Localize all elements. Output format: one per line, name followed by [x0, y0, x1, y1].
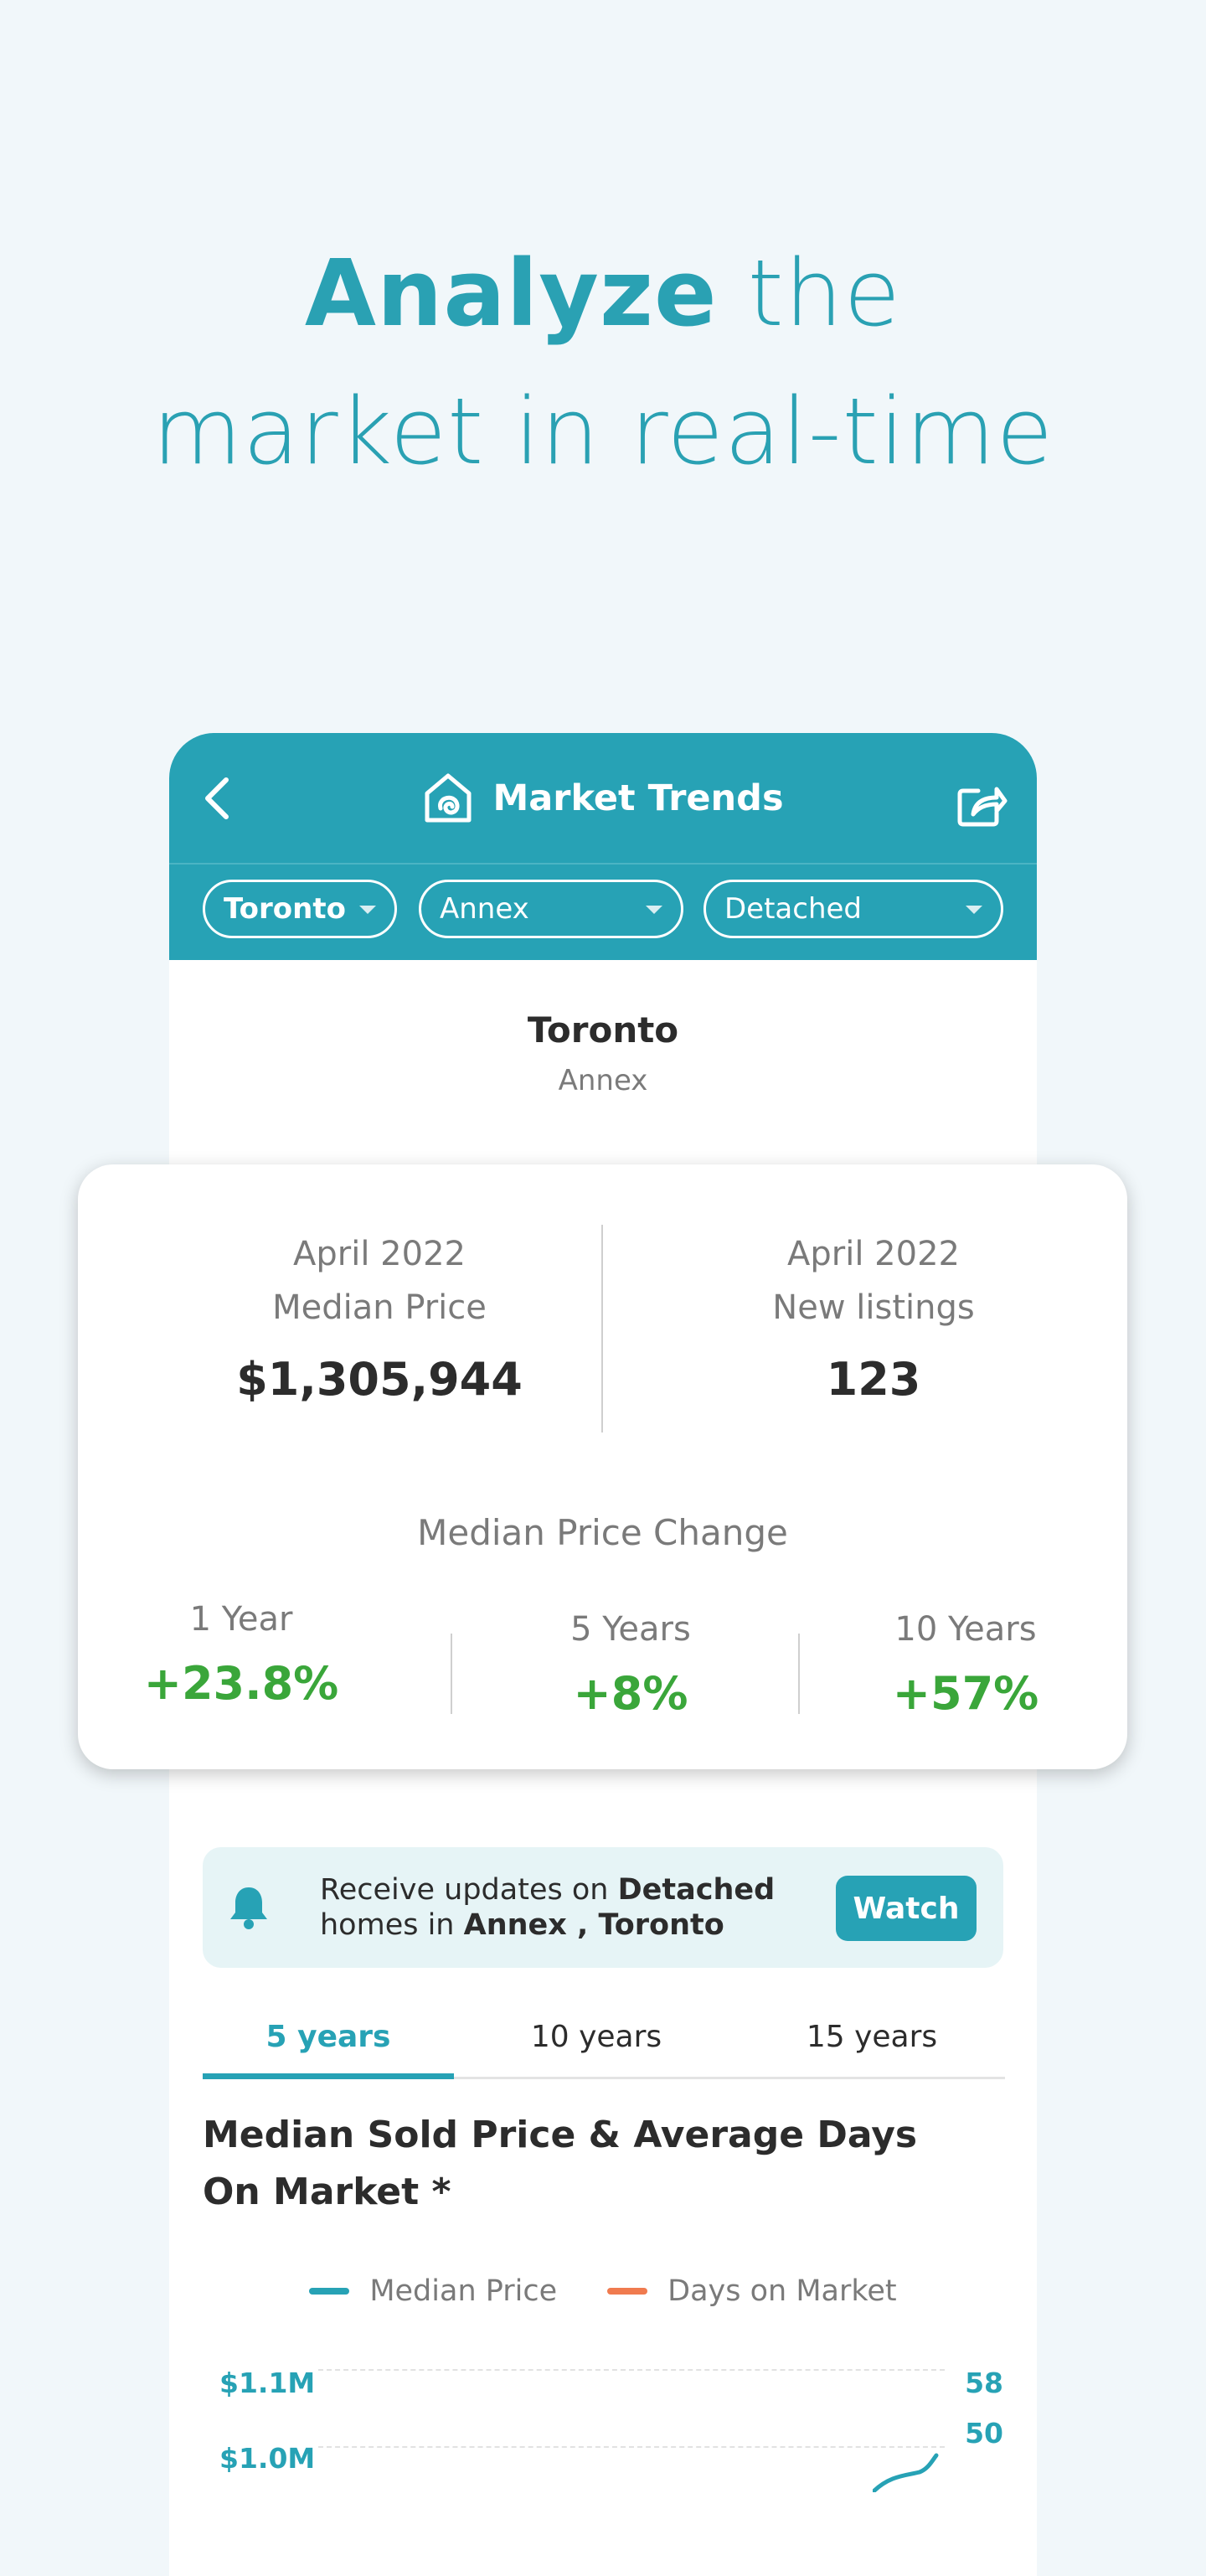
hero-line-2: market in real-time — [152, 378, 1054, 485]
y-right-tick-1: 58 — [965, 2367, 1003, 2399]
median-price-stat: April 2022 Median Price $1,305,944 — [204, 1227, 555, 1406]
legend-days-on-market: Days on Market — [607, 2274, 897, 2308]
market-stats-card: April 2022 Median Price $1,305,944 April… — [78, 1164, 1127, 1769]
change-1-year: 1 Year +23.8% — [137, 1600, 346, 1710]
watch-button[interactable]: Watch — [836, 1876, 977, 1941]
change-5-years-value: +8% — [573, 1667, 688, 1720]
caret-down-icon — [646, 906, 662, 914]
new-listings-stat: April 2022 New listings 123 — [698, 1227, 1049, 1406]
chart-title: Median Sold Price & Average Days On Mark… — [203, 2114, 918, 2213]
notice-prefix: Receive updates on — [320, 1873, 618, 1907]
legend-label-median-price: Median Price — [369, 2274, 558, 2308]
change-1-year-label: 1 Year — [189, 1600, 293, 1639]
notice-line-1: Receive updates on Detached — [320, 1872, 775, 1907]
city-filter-value: Toronto — [224, 892, 346, 926]
page-title: Market Trends — [492, 777, 784, 819]
median-price-period: April 2022 — [293, 1235, 466, 1273]
neighbourhood-filter-dropdown[interactable]: Annex — [419, 880, 683, 938]
change-divider-2 — [798, 1634, 800, 1714]
chart-legend: Median Price Days on Market — [169, 2274, 1037, 2308]
notice-property-type: Detached — [617, 1873, 776, 1907]
notice-middle: homes in — [320, 1908, 464, 1942]
watch-notice: Receive updates on Detached homes in Ann… — [203, 1847, 1003, 1968]
median-price-label: Median Price — [272, 1288, 487, 1327]
notice-line-2: homes in Annex , Toronto — [320, 1907, 775, 1943]
stats-divider — [601, 1225, 603, 1433]
header-title-group: Market Trends — [169, 733, 1037, 863]
share-icon — [957, 787, 1008, 827]
change-divider-1 — [451, 1634, 452, 1714]
bell-icon — [230, 1887, 267, 1929]
legend-median-price: Median Price — [309, 2274, 557, 2308]
y-right-tick-2: 50 — [965, 2417, 1003, 2450]
tab-5-years[interactable]: 5 years — [203, 1996, 454, 2079]
change-10-years: 10 Years +57% — [848, 1610, 1083, 1720]
change-5-years-label: 5 Years — [570, 1610, 691, 1649]
legend-swatch-teal — [309, 2288, 350, 2295]
gridline-2 — [318, 2446, 945, 2448]
house-logo-icon — [425, 773, 472, 822]
hero-headline: Analyze the market in real-time — [0, 225, 1206, 501]
y-left-tick-2: $1.0M — [219, 2442, 316, 2475]
app-header: Market Trends — [169, 733, 1037, 865]
y-left-tick-1: $1.1M — [219, 2367, 316, 2399]
new-listings-period: April 2022 — [787, 1235, 960, 1273]
location-neighbourhood: Annex — [558, 1064, 648, 1097]
median-price-line — [873, 2453, 939, 2492]
caret-down-icon — [359, 906, 376, 914]
notice-text: Receive updates on Detached homes in Ann… — [320, 1872, 775, 1943]
neighbourhood-filter-value: Annex — [440, 892, 529, 926]
notice-area: Annex , Toronto — [463, 1908, 724, 1942]
city-filter-dropdown[interactable]: Toronto — [203, 880, 397, 938]
new-listings-label: New listings — [772, 1288, 975, 1327]
hero-line-1: Analyze the — [0, 225, 1206, 363]
change-10-years-label: 10 Years — [894, 1610, 1037, 1649]
change-1-year-value: +23.8% — [143, 1657, 339, 1710]
period-tabs: 5 years 10 years 15 years — [203, 1996, 1005, 2079]
tab-10-years[interactable]: 10 years — [454, 1996, 739, 2077]
caret-down-icon — [966, 906, 982, 914]
change-10-years-value: +57% — [892, 1667, 1039, 1720]
filter-bar: Toronto Annex Detached — [169, 865, 1037, 960]
median-price-value: $1,305,944 — [236, 1353, 523, 1406]
location-city: Toronto — [527, 1009, 679, 1051]
property-type-filter-value: Detached — [724, 892, 863, 926]
change-5-years: 5 Years +8% — [522, 1610, 740, 1720]
legend-swatch-orange — [607, 2288, 648, 2295]
hero-bold: Analyze — [304, 240, 718, 347]
legend-label-days-on-market: Days on Market — [667, 2274, 897, 2308]
new-listings-value: 123 — [826, 1353, 921, 1406]
median-price-change-title: Median Price Change — [417, 1512, 788, 1553]
property-type-filter-dropdown[interactable]: Detached — [704, 880, 1003, 938]
gridline-1 — [318, 2369, 945, 2371]
hero-line1-rest: the — [717, 240, 902, 347]
share-button[interactable] — [956, 782, 1008, 829]
tab-15-years[interactable]: 15 years — [739, 1996, 1005, 2077]
